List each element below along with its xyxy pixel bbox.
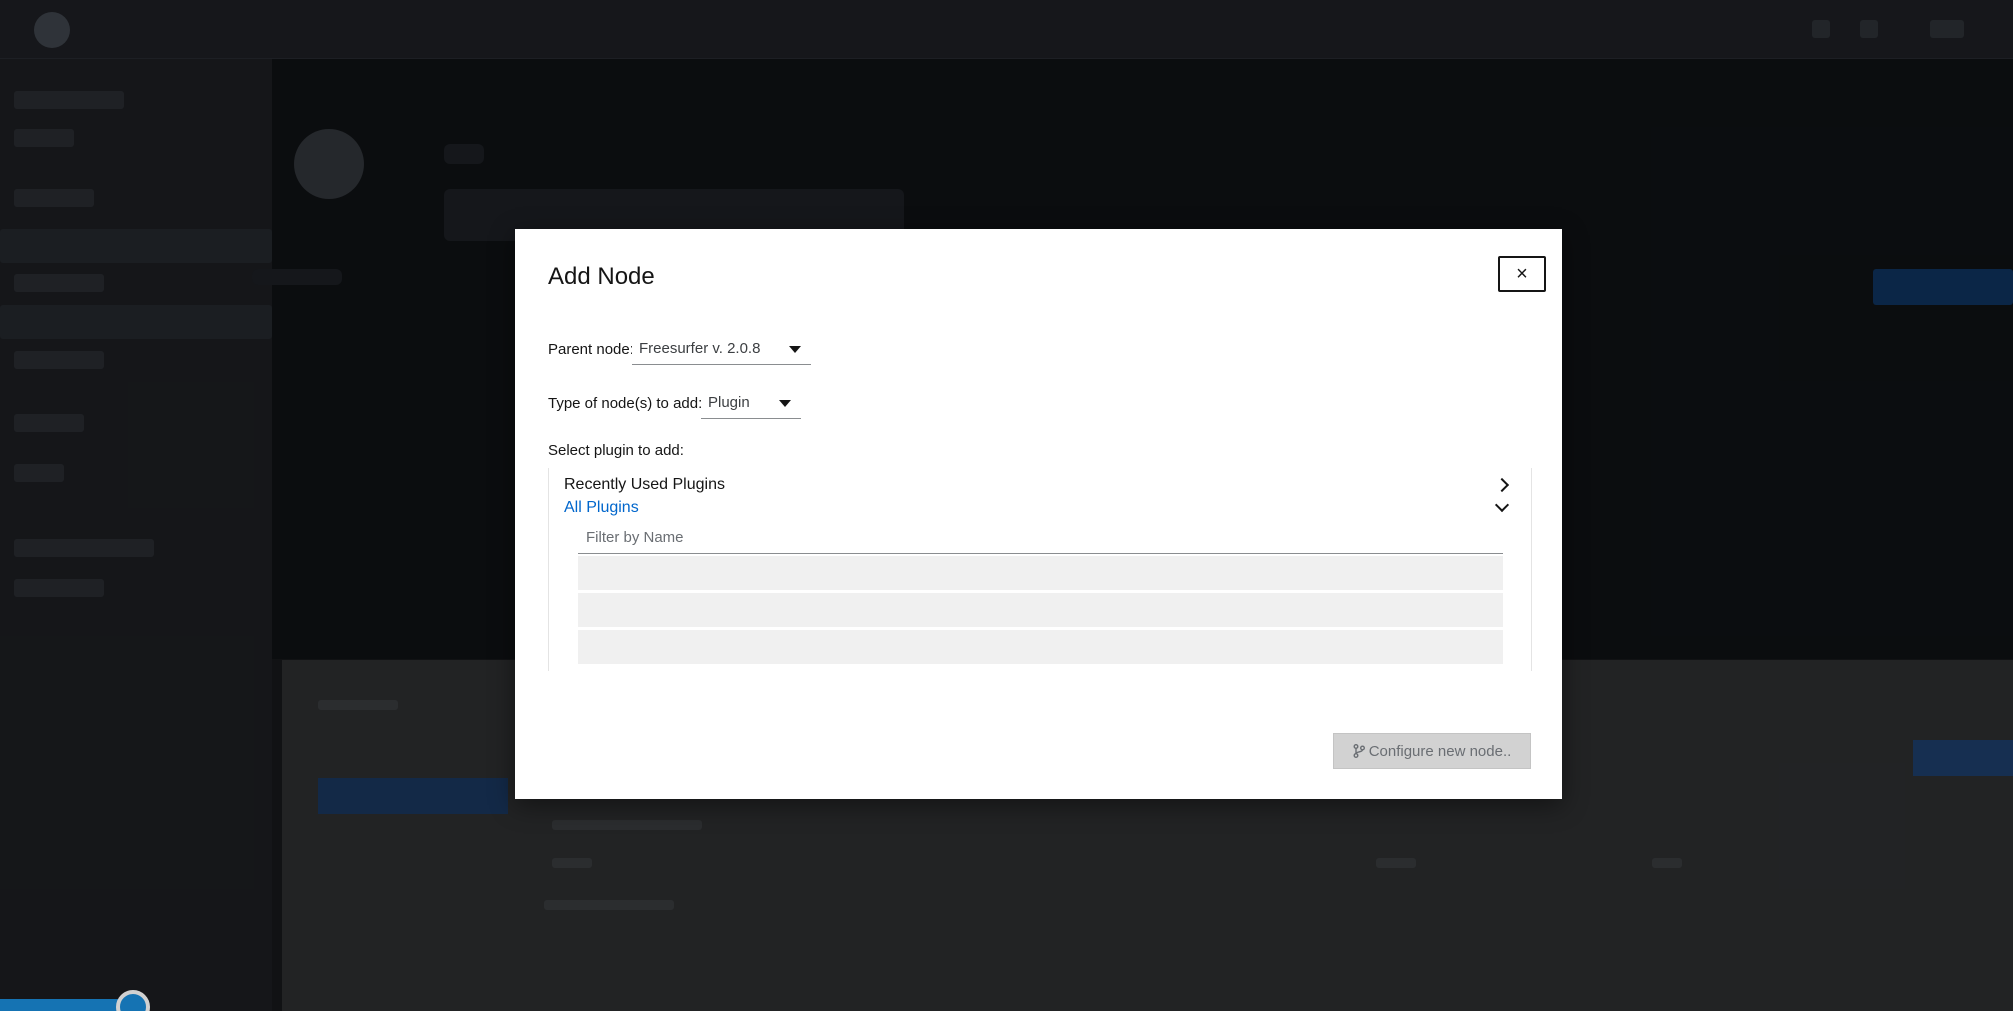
add-node-modal: Add Node × Parent node: Freesurfer v. 2.… <box>515 229 1562 799</box>
modal-title: Add Node <box>548 263 655 290</box>
node-type-value: Plugin <box>708 394 750 411</box>
configure-new-node-button[interactable]: Configure new node.. <box>1333 733 1531 769</box>
select-plugin-label: Select plugin to add: <box>548 442 684 459</box>
chevron-right-icon <box>1494 477 1510 493</box>
filter-by-name-input[interactable] <box>578 522 1503 554</box>
plugin-list-item-loading <box>578 630 1503 664</box>
plugin-list-item-loading <box>578 556 1503 590</box>
close-button[interactable]: × <box>1498 256 1546 292</box>
close-icon: × <box>1516 263 1528 285</box>
node-type-select[interactable]: Plugin <box>701 387 801 419</box>
group-label: Recently Used Plugins <box>564 476 725 493</box>
parent-node-label: Parent node: <box>548 341 634 358</box>
plugin-list-item-loading <box>578 593 1503 627</box>
parent-node-select[interactable]: Freesurfer v. 2.0.8 <box>632 333 811 365</box>
parent-node-value: Freesurfer v. 2.0.8 <box>639 340 761 357</box>
group-label: All Plugins <box>564 499 639 516</box>
caret-down-icon <box>789 346 801 353</box>
node-type-label: Type of node(s) to add: <box>548 395 703 412</box>
group-all-plugins[interactable]: All Plugins <box>564 496 1519 520</box>
configure-button-label: Configure new node.. <box>1368 742 1512 760</box>
group-recently-used[interactable]: Recently Used Plugins <box>564 473 1519 497</box>
chevron-down-icon <box>1494 497 1510 513</box>
caret-down-icon <box>779 400 791 407</box>
code-branch-icon <box>1353 744 1365 758</box>
